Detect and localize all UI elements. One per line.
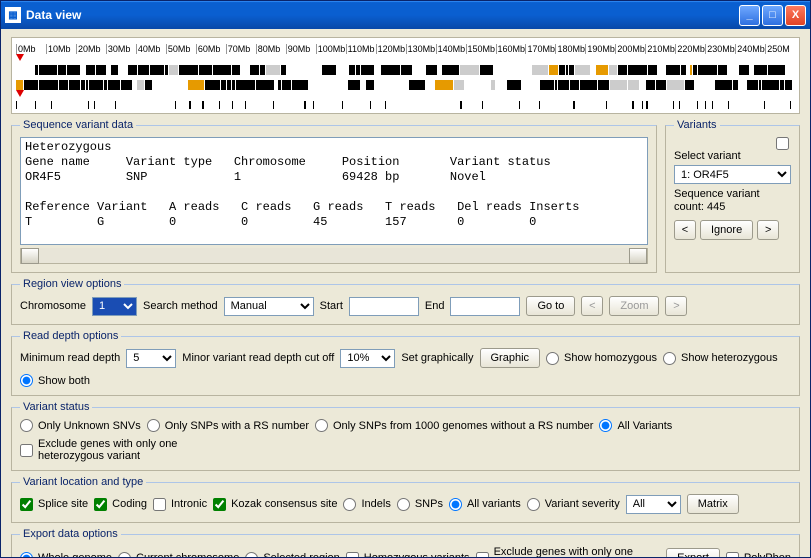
snps-radio[interactable]: SNPs [397, 498, 443, 511]
end-label: End [425, 300, 445, 312]
sequence-text[interactable]: Heterozygous Gene name Variant type Chro… [20, 137, 648, 245]
region-legend: Region view options [20, 278, 124, 290]
1000g-radio[interactable]: Only SNPs from 1000 genomes without a RS… [315, 419, 593, 432]
exclude-export-checkbox[interactable]: Exclude genes with only one heterozygous… [476, 546, 646, 557]
start-input[interactable] [349, 297, 419, 316]
close-window-button[interactable]: X [785, 5, 806, 26]
prev-variant-button[interactable]: < [674, 220, 696, 240]
all-variants-radio[interactable]: All Variants [599, 419, 672, 432]
splice-checkbox[interactable]: Splice site [20, 498, 88, 511]
set-graphically-label: Set graphically [401, 352, 473, 364]
export-button[interactable]: Export [666, 548, 720, 557]
minimize-button[interactable]: _ [739, 5, 760, 26]
window-title: Data view [26, 8, 81, 22]
variant-count-label: Sequence variant count: 445 [674, 188, 791, 214]
unknown-snvs-radio[interactable]: Only Unknown SNVs [20, 419, 141, 432]
select-variant-label: Select variant [674, 150, 791, 162]
sequence-variant-data: Sequence variant data Heterozygous Gene … [11, 119, 657, 273]
window: ▦ Data view _ □ X 0Mb10Mb20Mb30Mb40Mb50M… [0, 0, 811, 558]
matrix-button[interactable]: Matrix [687, 494, 739, 514]
search-method-label: Search method [143, 300, 218, 312]
horizontal-scrollbar[interactable] [20, 248, 648, 264]
min-depth-select[interactable]: 5 [126, 349, 176, 368]
titlebar: ▦ Data view _ □ X [1, 1, 810, 29]
show-heterozygous-radio[interactable]: Show heterozygous [663, 352, 778, 365]
export-data-options: Export data options Whole genome Current… [11, 528, 800, 557]
severity-select[interactable]: All [626, 495, 681, 514]
ideogram-2[interactable] [16, 80, 795, 90]
chromosome-select[interactable]: 1 [92, 297, 137, 316]
graphic-button[interactable]: Graphic [480, 348, 541, 368]
severity-radio[interactable]: Variant severity [527, 498, 620, 511]
position-marker-icon [16, 54, 24, 61]
coding-checkbox[interactable]: Coding [94, 498, 147, 511]
variant-track[interactable] [16, 101, 795, 109]
variant-status: Variant status Only Unknown SNVs Only SN… [11, 401, 800, 471]
position-marker-icon [16, 90, 24, 97]
goto-button[interactable]: Go to [526, 296, 575, 316]
indels-radio[interactable]: Indels [343, 498, 390, 511]
min-depth-label: Minimum read depth [20, 352, 120, 364]
variants-legend: Variants [674, 119, 720, 131]
next-variant-button[interactable]: > [757, 220, 779, 240]
homozygous-checkbox[interactable]: Homozygous variants [346, 552, 470, 558]
zoom-button[interactable]: Zoom [609, 296, 659, 316]
exclude-hetero-checkbox[interactable]: Exclude genes with only one heterozygous… [20, 438, 190, 462]
chromosome-panel: 0Mb10Mb20Mb30Mb40Mb50Mb60Mb70Mb80Mb90Mb1… [11, 37, 800, 114]
status-legend: Variant status [20, 401, 92, 413]
current-chr-radio[interactable]: Current chromosome [118, 552, 239, 558]
chromosome-label: Chromosome [20, 300, 86, 312]
polyphen-checkbox[interactable]: PolyPhen [726, 552, 791, 558]
sequence-legend: Sequence variant data [20, 119, 136, 131]
variant-location-type: Variant location and type Splice site Co… [11, 476, 800, 523]
maximize-button[interactable]: □ [762, 5, 783, 26]
variants-checkbox[interactable] [776, 137, 789, 150]
ignore-button[interactable]: Ignore [700, 220, 753, 240]
region-next-button[interactable]: > [665, 296, 687, 316]
region-prev-button[interactable]: < [581, 296, 603, 316]
show-homozygous-radio[interactable]: Show homozygous [546, 352, 657, 365]
show-both-radio[interactable]: Show both [20, 374, 90, 387]
loc-legend: Variant location and type [20, 476, 146, 488]
whole-genome-radio[interactable]: Whole genome [20, 552, 112, 558]
end-input[interactable] [450, 297, 520, 316]
intronic-checkbox[interactable]: Intronic [153, 498, 207, 511]
all-variants-loc-radio[interactable]: All variants [449, 498, 521, 511]
search-method-select[interactable]: Manual [224, 297, 314, 316]
rs-number-radio[interactable]: Only SNPs with a RS number [147, 419, 309, 432]
cutoff-label: Minor variant read depth cut off [182, 352, 334, 364]
depth-legend: Read depth options [20, 330, 121, 342]
select-variant-dropdown[interactable]: 1: OR4F5 [674, 165, 791, 184]
kozak-checkbox[interactable]: Kozak consensus site [213, 498, 337, 511]
region-view-options: Region view options Chromosome 1 Search … [11, 278, 800, 325]
selected-region-radio[interactable]: Selected region [245, 552, 339, 558]
export-legend: Export data options [20, 528, 121, 540]
ruler: 0Mb10Mb20Mb30Mb40Mb50Mb60Mb70Mb80Mb90Mb1… [16, 44, 795, 54]
read-depth-options: Read depth options Minimum read depth 5 … [11, 330, 800, 396]
cutoff-select[interactable]: 10% [340, 349, 395, 368]
ideogram-1[interactable] [16, 65, 795, 75]
app-icon: ▦ [5, 7, 21, 23]
variants-panel: Variants Select variant 1: OR4F5 Sequenc… [665, 119, 800, 273]
start-label: Start [320, 300, 343, 312]
